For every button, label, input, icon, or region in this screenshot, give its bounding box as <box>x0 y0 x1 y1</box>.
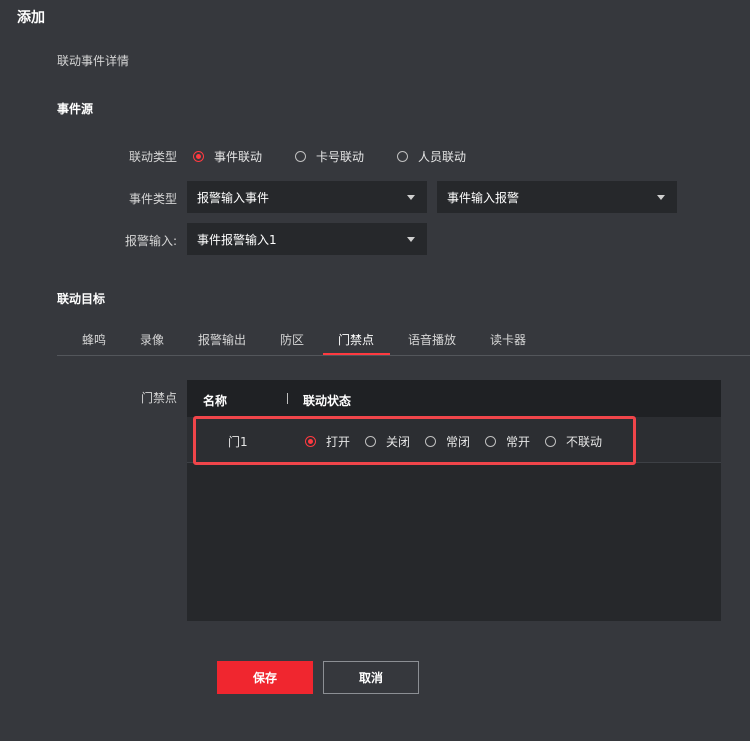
tab-alarm-output[interactable]: 报警输出 <box>198 331 246 348</box>
event-type-select[interactable]: 报警输入事件 <box>187 181 427 213</box>
tab-card-reader[interactable]: 读卡器 <box>490 331 526 348</box>
tab-access-point[interactable]: 门禁点 <box>338 331 374 348</box>
tab-recording[interactable]: 录像 <box>140 331 164 348</box>
highlight-box <box>193 416 636 465</box>
chevron-down-icon <box>407 237 415 242</box>
linkage-type-option-label: 事件联动 <box>214 150 263 164</box>
alarm-input-label: 报警输入: <box>124 234 177 248</box>
access-point-label: 门禁点 <box>140 391 177 405</box>
linkage-type-label: 联动类型 <box>128 150 177 164</box>
radio-unchecked-icon <box>295 151 306 162</box>
alarm-input-select-value: 事件报警输入1 <box>197 232 277 247</box>
radio-unchecked-icon <box>397 151 408 162</box>
event-type-select-value: 报警输入事件 <box>197 190 270 205</box>
tab-voice-playback[interactable]: 语音播放 <box>408 331 456 348</box>
linkage-target-title: 联动目标 <box>57 292 106 306</box>
event-source-title: 事件源 <box>57 102 94 116</box>
linkage-type-radio-person[interactable]: 人员联动 <box>397 148 466 165</box>
tab-zone[interactable]: 防区 <box>280 331 304 348</box>
event-subtype-select-value: 事件输入报警 <box>447 190 520 205</box>
column-header-linkage-status: 联动状态 <box>303 394 352 408</box>
alarm-input-select[interactable]: 事件报警输入1 <box>187 223 427 255</box>
linkage-type-option-label: 卡号联动 <box>316 150 365 164</box>
linkage-type-radio-event[interactable]: 事件联动 <box>193 148 262 165</box>
table-header: 名称 联动状态 <box>187 380 721 417</box>
dialog-title: 添加 <box>17 10 45 26</box>
radio-checked-icon <box>193 151 204 162</box>
chevron-down-icon <box>657 195 665 200</box>
linkage-type-radio-card[interactable]: 卡号联动 <box>295 148 364 165</box>
tab-buzzer[interactable]: 蜂鸣 <box>82 331 106 348</box>
column-header-name: 名称 <box>203 394 228 408</box>
dialog-subtitle: 联动事件详情 <box>57 54 130 68</box>
active-tab-indicator <box>323 353 390 355</box>
event-type-label: 事件类型 <box>128 192 177 206</box>
linkage-type-option-label: 人员联动 <box>418 150 467 164</box>
cancel-button[interactable]: 取消 <box>323 661 419 694</box>
chevron-down-icon <box>407 195 415 200</box>
column-separator <box>287 393 288 404</box>
save-button[interactable]: 保存 <box>217 661 313 694</box>
event-subtype-select[interactable]: 事件输入报警 <box>437 181 677 213</box>
tabs-divider <box>57 355 750 356</box>
